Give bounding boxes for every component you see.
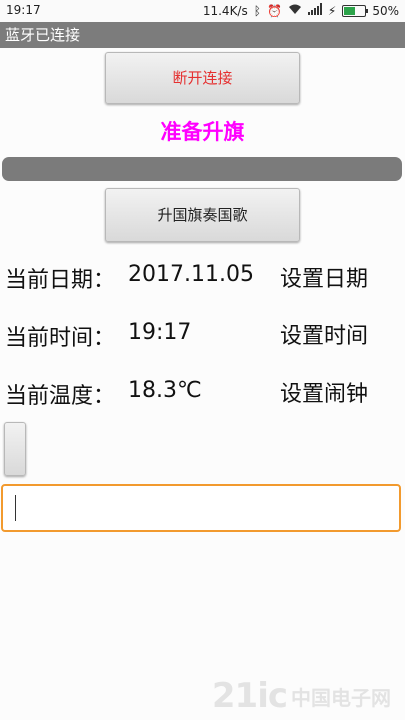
- watermark-logo: 21ic: [211, 676, 288, 716]
- time-value: 19:17: [128, 320, 192, 345]
- message-input[interactable]: [19, 494, 393, 524]
- wifi-icon: [288, 3, 302, 18]
- small-button[interactable]: [4, 422, 26, 476]
- battery-percent: 50%: [372, 3, 399, 18]
- charging-icon: ⚡: [327, 3, 337, 18]
- time-label: 当前时间：: [5, 326, 116, 351]
- temperature-value: 18.3℃: [128, 378, 202, 403]
- app-title-bar: 蓝牙已连接: [0, 22, 405, 48]
- set-time-button[interactable]: 设置时间: [280, 318, 368, 350]
- flag-status-text: 准备升旗: [160, 120, 245, 144]
- status-time: 19:17: [6, 3, 41, 17]
- set-alarm-button[interactable]: 设置闹钟: [280, 376, 368, 408]
- network-speed: 11.4K/s: [202, 3, 248, 18]
- temperature-label: 当前温度：: [5, 384, 116, 409]
- date-value: 2017.11.05: [128, 262, 254, 287]
- text-caret: [15, 495, 16, 521]
- disconnect-button[interactable]: 断开连接: [105, 52, 300, 104]
- message-input-box[interactable]: [1, 484, 401, 532]
- set-date-button[interactable]: 设置日期: [280, 261, 368, 293]
- watermark: 21ic 中国电子网: [212, 676, 391, 716]
- flag-progress-bar: [2, 157, 402, 181]
- app-title: 蓝牙已连接: [5, 26, 81, 44]
- battery-icon: [342, 4, 369, 17]
- date-label: 当前日期：: [5, 268, 116, 293]
- raise-flag-button[interactable]: 升国旗奏国歌: [105, 188, 300, 242]
- watermark-text: 中国电子网: [291, 685, 391, 710]
- status-icons: 11.4K/s ᛒ ⏰ ⚡ 50%: [203, 3, 399, 18]
- alarm-icon: ⏰: [266, 3, 282, 18]
- bluetooth-icon: ᛒ: [253, 3, 261, 18]
- signal-icon: [307, 3, 322, 18]
- status-bar: 19:17 11.4K/s ᛒ ⏰ ⚡ 50%: [0, 0, 405, 22]
